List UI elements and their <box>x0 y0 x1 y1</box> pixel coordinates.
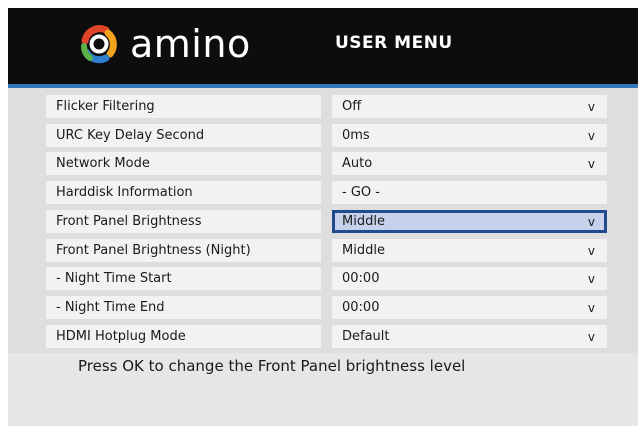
chevron-down-icon: v <box>587 272 595 287</box>
menu-value: - GO - <box>342 185 380 201</box>
help-panel: Press OK to change the Front Panel brigh… <box>8 353 638 426</box>
menu-label: - Night Time End <box>46 295 321 319</box>
menu-value-dropdown[interactable]: Middle v <box>332 238 607 262</box>
menu-label: URC Key Delay Second <box>46 123 321 147</box>
menu-row-urc-key-delay[interactable]: URC Key Delay Second 0ms v <box>46 123 608 147</box>
chevron-down-icon: v <box>587 157 595 172</box>
menu-value-dropdown-selected[interactable]: Middle v <box>332 209 607 233</box>
menu-row-flicker-filtering[interactable]: Flicker Filtering Off v <box>46 95 608 118</box>
logo-wordmark: amino <box>130 22 251 66</box>
menu-label: - Night Time Start <box>46 267 321 291</box>
menu-value: 00:00 <box>342 271 380 287</box>
menu-label: Harddisk Information <box>46 181 321 205</box>
chevron-down-icon: v <box>587 243 595 258</box>
menu-value-dropdown[interactable]: Default v <box>332 324 607 348</box>
menu-label: Flicker Filtering <box>46 95 321 118</box>
chevron-down-icon: v <box>587 214 595 229</box>
menu-value: Auto <box>342 156 373 172</box>
menu-value: Middle <box>342 242 385 258</box>
menu-value-dropdown[interactable]: Off v <box>332 95 607 118</box>
menu-value-dropdown[interactable]: 00:00 v <box>332 295 607 319</box>
menu-value: Middle <box>342 213 385 229</box>
help-text: Press OK to change the Front Panel brigh… <box>78 357 466 375</box>
menu-value: 00:00 <box>342 299 380 315</box>
menu-row-network-mode[interactable]: Network Mode Auto v <box>46 152 608 176</box>
amino-logo: amino <box>76 20 250 72</box>
menu-label: Network Mode <box>46 152 321 176</box>
menu-row-front-panel-brightness[interactable]: Front Panel Brightness Middle v <box>46 209 608 233</box>
menu-value: 0ms <box>342 127 370 143</box>
tv-screen: amino USER MENU Flicker Filtering Off v … <box>8 8 638 426</box>
header-bar: amino USER MENU <box>8 8 638 84</box>
menu-value-action[interactable]: - GO - <box>332 181 607 205</box>
chevron-down-icon: v <box>587 100 595 114</box>
menu-row-hdmi-hotplug-mode[interactable]: HDMI Hotplug Mode Default v <box>46 324 608 348</box>
menu-value-dropdown[interactable]: 00:00 v <box>332 267 607 291</box>
menu-row-front-panel-brightness-night[interactable]: Front Panel Brightness (Night) Middle v <box>46 238 608 262</box>
menu-row-harddisk-information[interactable]: Harddisk Information - GO - <box>46 181 608 205</box>
menu-value: Off <box>342 99 362 114</box>
menu-row-night-time-end[interactable]: - Night Time End 00:00 v <box>46 295 608 319</box>
chevron-down-icon: v <box>587 128 595 143</box>
menu-label: Front Panel Brightness <box>46 209 321 233</box>
menu-label: HDMI Hotplug Mode <box>46 324 321 348</box>
chevron-down-icon: v <box>587 300 595 315</box>
menu-value: Default <box>342 328 390 344</box>
header-divider <box>8 84 638 88</box>
menu-value-dropdown[interactable]: Auto v <box>332 152 607 176</box>
amino-logo-icon <box>81 25 117 64</box>
page-title: USER MENU <box>335 33 453 53</box>
chevron-down-icon: v <box>587 329 595 344</box>
menu-row-night-time-start[interactable]: - Night Time Start 00:00 v <box>46 267 608 291</box>
menu-label: Front Panel Brightness (Night) <box>46 238 321 262</box>
menu-value-dropdown[interactable]: 0ms v <box>332 123 607 147</box>
